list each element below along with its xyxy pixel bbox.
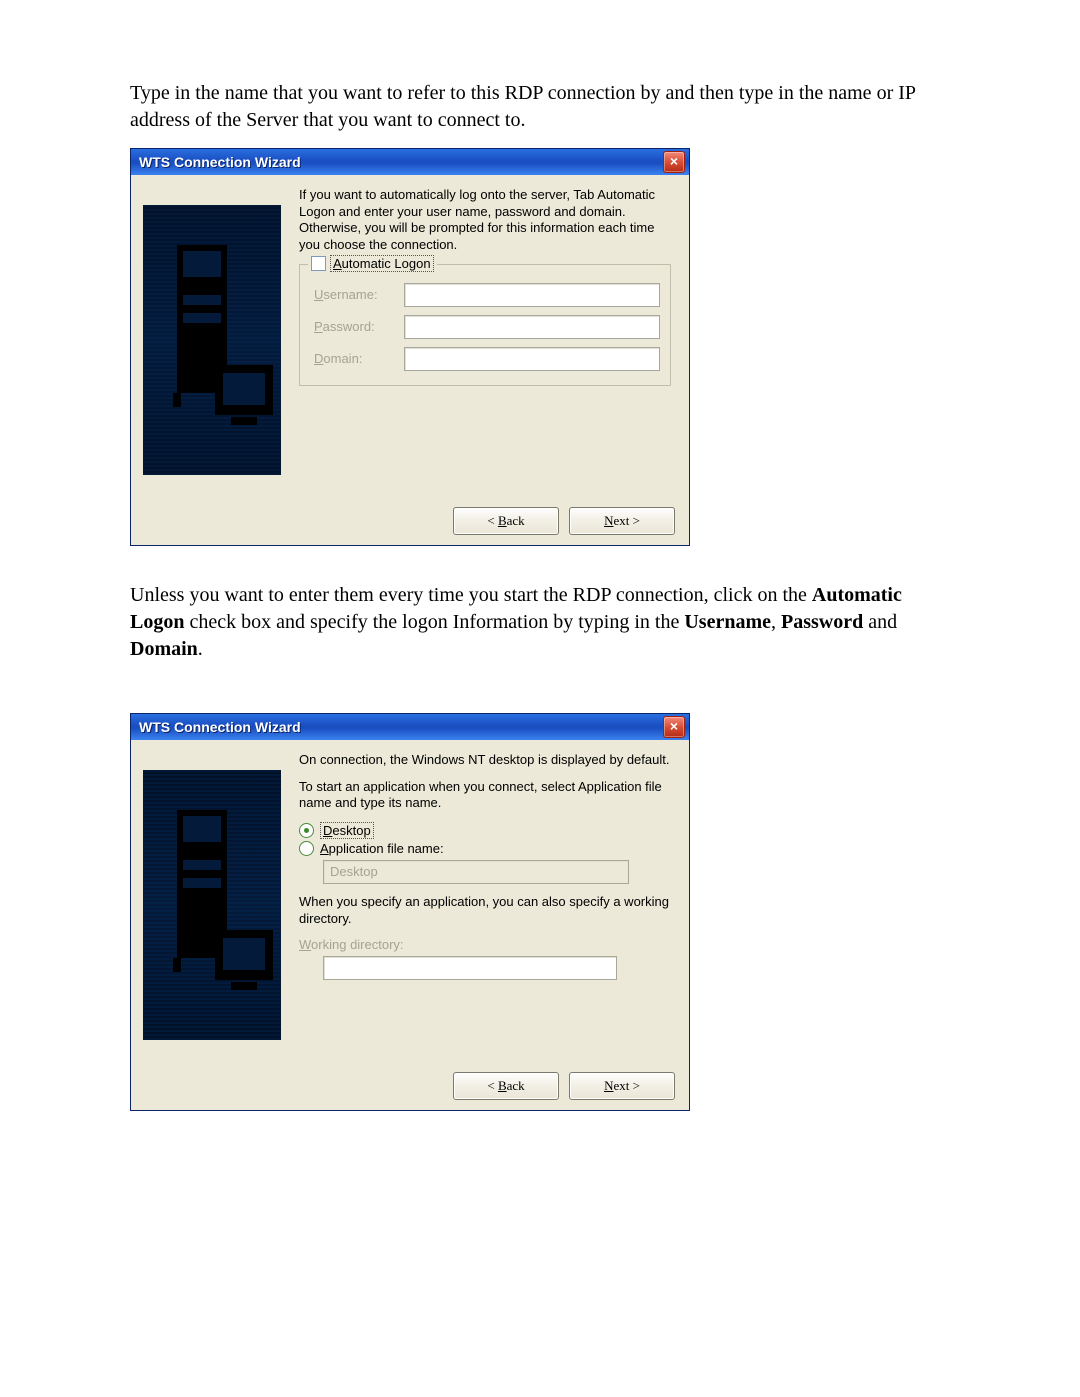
domain-label: Domain: (314, 351, 394, 366)
next-button[interactable]: Next > (569, 507, 675, 535)
domain-input[interactable] (404, 347, 660, 371)
password-input[interactable] (404, 315, 660, 339)
next-button[interactable]: Next > (569, 1072, 675, 1100)
appfile-radio[interactable] (299, 841, 314, 856)
workingdir-input[interactable] (323, 956, 617, 980)
wizard-side-graphic (143, 205, 281, 475)
server-monitor-icon (143, 770, 281, 1040)
back-button[interactable]: < Back (453, 507, 559, 535)
desktop-radio[interactable] (299, 823, 314, 838)
server-monitor-icon (143, 205, 281, 475)
password-label: Password: (314, 319, 394, 334)
autologon-label: Automatic Logon (330, 255, 434, 272)
appfile-input[interactable]: Desktop (323, 860, 629, 884)
wizard-dialog-logon: WTS Connection Wizard × If you want to a… (130, 148, 690, 546)
wizard-description-1: On connection, the Windows NT desktop is… (299, 752, 671, 769)
close-icon: × (670, 718, 678, 734)
username-input[interactable] (404, 283, 660, 307)
wizard-dialog-application: WTS Connection Wizard × On connection, t… (130, 713, 690, 1111)
autologon-checkbox[interactable] (311, 256, 326, 271)
username-label: Username: (314, 287, 394, 302)
whenspec-text: When you specify an application, you can… (299, 894, 671, 927)
window-title: WTS Connection Wizard (139, 719, 301, 735)
window-title: WTS Connection Wizard (139, 154, 301, 170)
wizard-side-graphic (143, 770, 281, 1040)
titlebar: WTS Connection Wizard × (131, 714, 689, 740)
wizard-description: If you want to automatically log onto th… (299, 187, 671, 254)
middle-paragraph: Unless you want to enter them every time… (130, 582, 950, 663)
intro-paragraph-1: Type in the name that you want to refer … (130, 80, 950, 134)
close-icon: × (670, 153, 678, 169)
desktop-radio-label: Desktop (320, 822, 374, 839)
back-button[interactable]: < Back (453, 1072, 559, 1100)
wizard-description-2: To start an application when you connect… (299, 779, 671, 812)
autologon-group: Automatic Logon Username: Password: Doma… (299, 264, 671, 386)
titlebar: WTS Connection Wizard × (131, 149, 689, 175)
close-button[interactable]: × (663, 151, 685, 173)
workingdir-label: Working directory: (299, 937, 671, 952)
close-button[interactable]: × (663, 716, 685, 738)
appfile-radio-label: Application file name: (320, 841, 444, 856)
